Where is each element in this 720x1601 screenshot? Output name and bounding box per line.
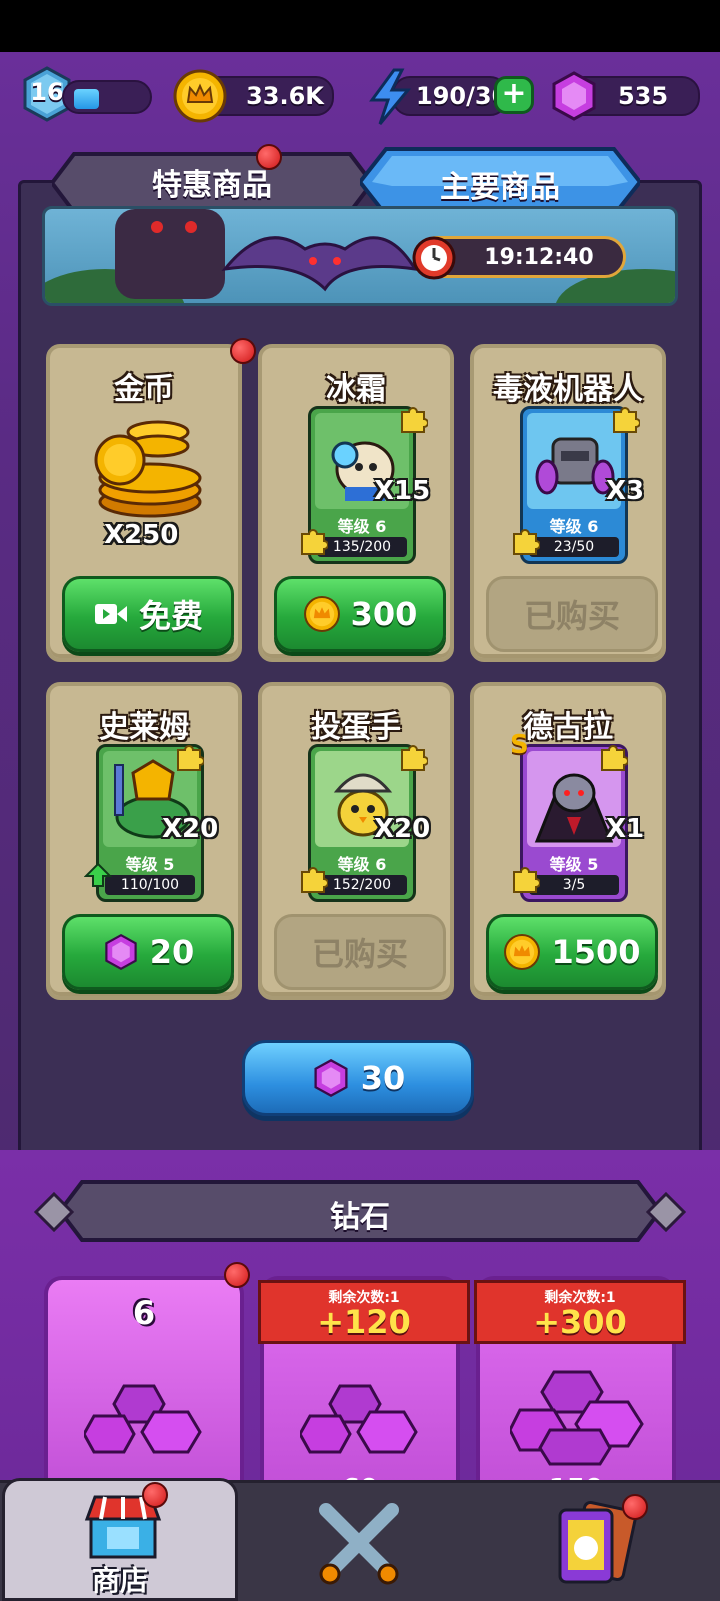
crown-coin-icon [303, 596, 340, 632]
notification-dot [256, 144, 282, 170]
puzzle-piece-icon [401, 407, 428, 433]
card-title: 金币 [114, 372, 174, 407]
unit-progress: 23/50 [529, 537, 619, 557]
bonus-ribbon: 剩余次数:1 +300 [474, 1280, 686, 1344]
gem-pile-icon [510, 1370, 644, 1466]
buy-frost-button[interactable]: 300 [274, 576, 446, 652]
notification-dot [230, 338, 256, 364]
puzzle-piece-icon [301, 867, 328, 893]
puzzle-piece-icon [513, 867, 540, 893]
coin-stack-icon [94, 420, 202, 518]
shop-card-gold[interactable]: 金币 X250 免费 [46, 344, 242, 662]
shop-panel [18, 180, 702, 1160]
refresh-price: 30 [360, 1059, 406, 1097]
card-title: 史莱姆 [99, 710, 189, 745]
unit-progress: 152/200 [317, 875, 407, 895]
unit-progress: 3/5 [529, 875, 619, 895]
free-ad-button[interactable]: 免费 [62, 576, 234, 652]
puzzle-piece-icon [401, 745, 428, 771]
tab-special-offers-label: 特惠商品 [152, 168, 272, 203]
gem-value: 535 [617, 82, 669, 110]
unit-progress: 110/100 [105, 875, 195, 895]
buy-slime-button[interactable]: 20 [62, 914, 234, 990]
coin-value: 33.6K [246, 82, 324, 110]
nav-tab-shop[interactable]: 商店 [2, 1478, 238, 1601]
gem-pile-icon [84, 1384, 202, 1454]
stopwatch-icon [412, 236, 456, 280]
upgrade-arrow-icon [84, 862, 112, 887]
notification-dot [224, 1262, 250, 1288]
crossed-swords-icon[interactable] [316, 1500, 402, 1586]
gem-icon [105, 933, 137, 971]
free-button-label: 免费 [138, 597, 203, 635]
lightning-icon [369, 68, 412, 125]
buy-dracula-button[interactable]: 1500 [486, 914, 658, 990]
status-bar [0, 0, 720, 52]
crown-coin-icon [504, 934, 541, 970]
price-label: 1500 [551, 933, 641, 971]
refresh-shop-button[interactable]: 30 [242, 1040, 474, 1116]
notification-dot [142, 1482, 168, 1508]
item-count: X250 [104, 520, 179, 550]
video-icon [94, 604, 127, 624]
diamond-pack-free[interactable]: 6 [44, 1276, 244, 1506]
item-count: X20 [162, 814, 219, 844]
item-count: X20 [374, 814, 431, 844]
puzzle-piece-icon [601, 745, 628, 771]
gem-icon [314, 1058, 348, 1098]
puzzle-piece-icon [513, 529, 540, 555]
diamond-pack-120[interactable]: 剩余次数:1 +120 60 [258, 1276, 470, 1506]
rank-badge: S [510, 730, 529, 760]
shop-card-egg-thrower[interactable]: 投蛋手 等级 6 152/200 X20 已购买 [258, 682, 454, 1000]
purchased-label: 已购买 [311, 935, 408, 973]
card-title: 冰霜 [326, 372, 386, 407]
purchased-button: 已购买 [274, 914, 446, 990]
nav-shop-label: 商店 [91, 1564, 148, 1597]
puzzle-piece-icon [301, 529, 328, 555]
card-title: 德古拉 [523, 710, 613, 745]
bonus-ribbon: 剩余次数:1 +120 [258, 1280, 470, 1344]
shop-card-frost[interactable]: 冰霜 等级 6 135/200 X15 300 [258, 344, 454, 662]
shop-card-slime[interactable]: 史莱姆 等级 5 110/100 X20 20 [46, 682, 242, 1000]
add-energy-button[interactable]: + [494, 76, 534, 114]
puzzle-piece-icon [613, 407, 640, 433]
xp-bar [62, 80, 152, 114]
crown-coin-icon [173, 69, 227, 123]
price-label: 300 [350, 595, 418, 633]
tab-main-items-label: 主要商品 [440, 170, 560, 205]
shop-card-dracula[interactable]: 德古拉 等级 5 3/5 S X1 1500 [470, 682, 666, 1000]
pack-amount: 6 [132, 1294, 156, 1332]
item-count: X15 [374, 476, 431, 506]
diamond-pack-300[interactable]: 剩余次数:1 +300 150 [474, 1276, 686, 1506]
notification-dot [622, 1494, 648, 1520]
diamond-section-title: 钻石 [330, 1200, 390, 1235]
price-label: 20 [149, 933, 195, 971]
purchased-label: 已购买 [523, 597, 620, 635]
gem-pile-icon [300, 1384, 418, 1454]
card-title: 投蛋手 [311, 710, 401, 745]
bonus-amount: +120 [317, 1303, 411, 1341]
timer-text: 19:12:40 [484, 245, 594, 270]
item-count: X1 [606, 814, 645, 844]
energy-value: 190/30 [416, 82, 509, 110]
xp-fill [74, 89, 99, 109]
purchased-button: 已购买 [486, 576, 658, 652]
shop-card-venom-robot[interactable]: 毒液机器人 等级 6 23/50 X3 已购买 [470, 344, 666, 662]
bonus-amount: +300 [533, 1303, 627, 1341]
puzzle-piece-icon [177, 745, 204, 771]
item-count: X3 [606, 476, 645, 506]
unit-level: 等级 5 [125, 855, 175, 874]
unit-progress: 135/200 [317, 537, 407, 557]
card-title: 毒液机器人 [493, 372, 643, 407]
gem-icon [552, 71, 596, 121]
